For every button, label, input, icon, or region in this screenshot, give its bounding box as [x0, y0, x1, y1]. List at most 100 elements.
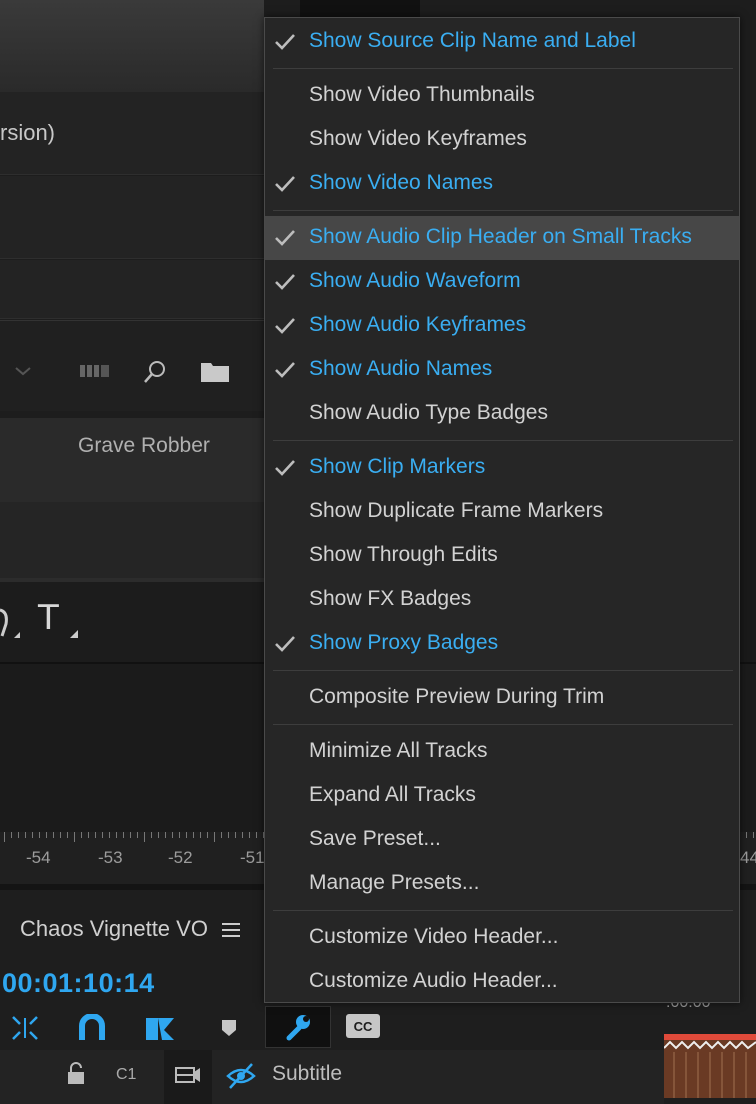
ruler-tick: [158, 832, 159, 838]
ruler-tick: [193, 832, 194, 838]
menu-item[interactable]: Show Proxy Badges: [265, 622, 739, 666]
snap-magnet-icon[interactable]: [78, 1014, 106, 1042]
menu-separator: [273, 440, 733, 441]
menu-item-label: Customize Audio Header...: [309, 969, 558, 992]
panel-header: [0, 0, 264, 92]
panel-row: [0, 260, 264, 319]
ruler-tick: [60, 832, 61, 838]
menu-item[interactable]: Composite Preview During Trim: [265, 676, 739, 720]
ruler-tick: [130, 832, 131, 838]
ruler-tick: [207, 832, 208, 838]
ruler-number: -53: [98, 848, 123, 867]
timeline-settings-button[interactable]: [265, 1006, 331, 1048]
menu-item[interactable]: Show Audio Clip Header on Small Tracks: [265, 216, 739, 260]
lock-icon[interactable]: [66, 1062, 86, 1086]
menu-item-label: Show FX Badges: [309, 587, 472, 610]
ruler-number: -51: [240, 848, 265, 867]
checkmark-icon: [275, 274, 295, 290]
captions-icon[interactable]: CC: [346, 1014, 380, 1038]
ruler-tick: [753, 832, 754, 838]
search-icon[interactable]: [142, 359, 168, 385]
menu-item-label: Show Video Keyframes: [309, 127, 527, 150]
ruler-tick: [102, 832, 103, 838]
menu-item-label: Manage Presets...: [309, 871, 480, 894]
panel-row: [0, 502, 264, 578]
menu-item[interactable]: Show Duplicate Frame Markers: [265, 490, 739, 534]
menu-item[interactable]: Show Video Thumbnails: [265, 74, 739, 118]
menu-item-label: Show Audio Keyframes: [309, 313, 527, 336]
menu-item-label: Show Video Names: [309, 171, 494, 194]
checkmark-icon: [275, 318, 295, 334]
menu-item[interactable]: Show Clip Markers: [265, 446, 739, 490]
menu-item[interactable]: Show Audio Waveform: [265, 260, 739, 304]
menu-item[interactable]: Show Video Names: [265, 162, 739, 206]
sequence-tab-title[interactable]: Chaos Vignette VO: [20, 916, 208, 942]
ruler-tick: [123, 832, 124, 838]
clip-item[interactable]: Grave Robber: [0, 418, 264, 502]
ruler-tick: [151, 832, 152, 838]
ruler-tick: [137, 832, 138, 838]
new-bin-folder-icon[interactable]: [200, 359, 230, 383]
menu-item[interactable]: Show FX Badges: [265, 578, 739, 622]
menu-item-label: Expand All Tracks: [309, 783, 476, 806]
timeline-display-settings-menu: Show Source Clip Name and Label Show Vide…: [264, 17, 740, 1003]
ruler-tick: [74, 832, 75, 842]
panel-row: [0, 176, 264, 259]
menu-separator: [273, 68, 733, 69]
menu-item[interactable]: Show Through Edits: [265, 534, 739, 578]
ruler-tick: [228, 832, 229, 838]
ruler-tick: [95, 832, 96, 838]
ruler-tick: [67, 832, 68, 838]
track-label: C1: [116, 1066, 137, 1083]
type-tool-icon[interactable]: T: [38, 598, 59, 638]
menu-item[interactable]: Show Audio Type Badges: [265, 392, 739, 436]
panel-menu-icon[interactable]: [222, 922, 242, 938]
checkmark-icon: [275, 460, 295, 476]
track-output-icon[interactable]: [174, 1064, 202, 1088]
ruler-tick: [214, 832, 215, 842]
eye-hidden-icon[interactable]: [226, 1062, 256, 1090]
nest-sequences-icon[interactable]: [10, 1014, 40, 1042]
timeline-clip[interactable]: [664, 1034, 756, 1098]
checkmark-icon: [275, 176, 295, 192]
menu-item[interactable]: Expand All Tracks: [265, 774, 739, 818]
ruler-tick: [4, 832, 5, 842]
clip-waveform-icon: [664, 1034, 756, 1098]
linked-selection-icon[interactable]: [144, 1014, 176, 1042]
ruler-tick: [81, 832, 82, 838]
menu-item[interactable]: Show Audio Names: [265, 348, 739, 392]
checkmark-icon: [275, 34, 295, 50]
ruler-tick: [179, 832, 180, 838]
freeform-view-icon[interactable]: [80, 361, 110, 381]
menu-item[interactable]: Minimize All Tracks: [265, 730, 739, 774]
menu-item[interactable]: Show Source Clip Name and Label: [265, 20, 739, 64]
checkmark-icon: [275, 636, 295, 652]
menu-item[interactable]: Save Preset...: [265, 818, 739, 862]
menu-item[interactable]: Customize Video Header...: [265, 916, 739, 960]
menu-item[interactable]: Show Audio Keyframes: [265, 304, 739, 348]
tool-corner-icon: [70, 630, 78, 638]
ruler-tick: [249, 832, 250, 838]
clip-name: Grave Robber: [78, 434, 210, 457]
ruler-tick: [32, 832, 33, 838]
ruler-number: -54: [26, 848, 51, 867]
ruler-tick: [746, 832, 747, 838]
menu-item-label: Show Audio Type Badges: [309, 401, 548, 424]
ruler-tick: [256, 832, 257, 838]
playhead-timecode[interactable]: 00:01:10:14: [2, 968, 155, 999]
chevron-down-icon[interactable]: [14, 365, 32, 377]
track-name[interactable]: Subtitle: [272, 1062, 342, 1086]
ruler-tick: [116, 832, 117, 838]
menu-item[interactable]: Show Video Keyframes: [265, 118, 739, 162]
menu-item-label: Show Clip Markers: [309, 455, 486, 478]
menu-separator: [273, 210, 733, 211]
add-marker-icon[interactable]: [220, 1018, 238, 1038]
menu-item[interactable]: Manage Presets...: [265, 862, 739, 906]
ruler-tick: [53, 832, 54, 838]
menu-item-label: Show Proxy Badges: [309, 631, 499, 654]
menu-item[interactable]: Customize Audio Header...: [265, 960, 739, 1004]
menu-separator: [273, 670, 733, 671]
partial-label: rsion): [0, 120, 56, 145]
hand-tool-icon[interactable]: [0, 602, 22, 644]
ruler-tick: [46, 832, 47, 838]
